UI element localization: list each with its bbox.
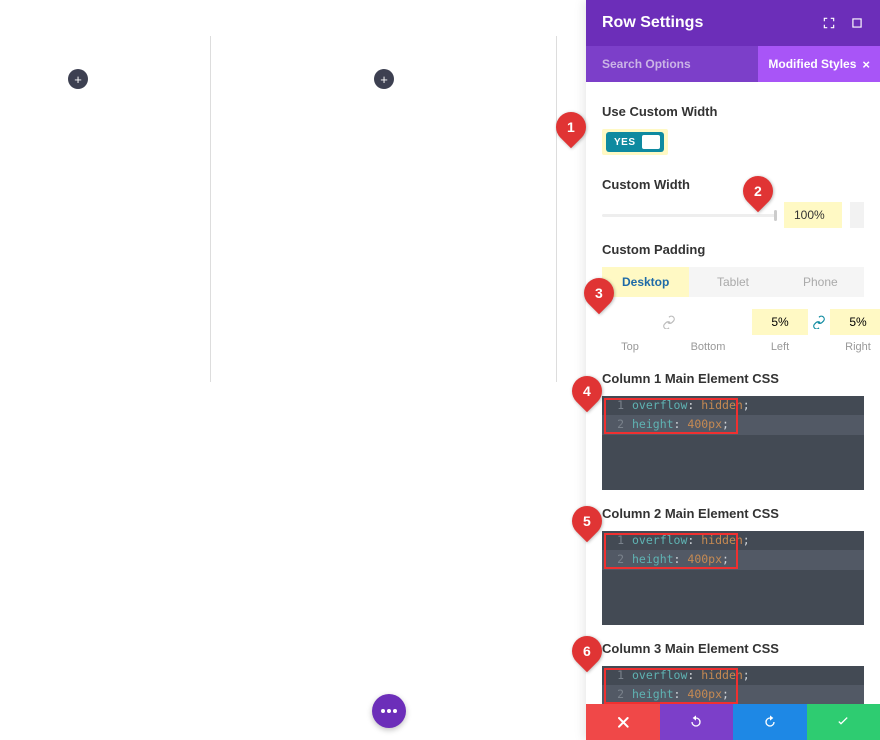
panel-header: Row Settings [586, 0, 880, 46]
add-module-button[interactable]: + [68, 69, 88, 89]
padding-bottom-input[interactable] [680, 309, 736, 335]
toggle-state: YES [614, 137, 636, 148]
panel-subheader: Search Options Modified Styles × [586, 46, 880, 82]
panel-title: Row Settings [602, 14, 703, 32]
close-icon[interactable]: × [862, 57, 870, 72]
padding-right-input[interactable] [830, 309, 880, 335]
use-custom-width-toggle[interactable]: YES [606, 132, 664, 152]
highlight: YES [602, 129, 668, 155]
redo-button[interactable] [733, 704, 807, 740]
padding-bottom-label: Bottom [691, 341, 726, 353]
field-label-custom-padding: Custom Padding [602, 242, 864, 257]
col1-css-editor[interactable]: 1overflow: hidden; 2height: 400px; [602, 396, 864, 490]
add-module-button[interactable]: + [374, 69, 394, 89]
link-icon[interactable] [812, 309, 826, 335]
builder-menu-fab[interactable] [372, 694, 406, 728]
device-tab-tablet[interactable]: Tablet [689, 267, 776, 297]
snap-icon[interactable] [822, 16, 836, 30]
padding-left-label: Left [771, 341, 789, 353]
settings-panel: Row Settings Search Options Modified Sty… [586, 0, 880, 740]
device-tab-desktop[interactable]: Desktop [602, 267, 689, 297]
builder-canvas: + + [0, 0, 580, 740]
filter-label: Modified Styles [768, 57, 856, 71]
col2-css-editor[interactable]: 1overflow: hidden; 2height: 400px; [602, 531, 864, 625]
padding-inputs: Top Bottom Left Right [602, 309, 864, 353]
device-tab-phone[interactable]: Phone [777, 267, 864, 297]
panel-body: Use Custom Width YES Custom Width 100% C… [586, 82, 880, 704]
padding-right-label: Right [845, 341, 871, 353]
modified-styles-filter[interactable]: Modified Styles × [758, 46, 880, 82]
field-label-col1-css: Column 1 Main Element CSS [602, 371, 864, 386]
link-icon[interactable] [662, 309, 676, 335]
column-divider [556, 36, 557, 382]
custom-width-stepper[interactable] [850, 202, 864, 228]
toggle-knob [642, 135, 660, 149]
custom-width-value[interactable]: 100% [784, 202, 842, 228]
custom-width-slider[interactable] [602, 214, 776, 217]
search-options-input[interactable]: Search Options [586, 57, 758, 71]
expand-icon[interactable] [850, 16, 864, 30]
padding-left-input[interactable] [752, 309, 808, 335]
padding-top-input[interactable] [602, 309, 658, 335]
field-label-use-custom-width: Use Custom Width [602, 104, 864, 119]
padding-top-label: Top [621, 341, 639, 353]
column-divider [210, 36, 211, 382]
device-tabs: Desktop Tablet Phone [602, 267, 864, 297]
save-button[interactable] [807, 704, 880, 740]
field-label-custom-width: Custom Width [602, 177, 864, 192]
panel-footer [586, 704, 880, 740]
col3-css-editor[interactable]: 1overflow: hidden; 2height: 400px; [602, 666, 864, 704]
field-label-col2-css: Column 2 Main Element CSS [602, 506, 864, 521]
undo-button[interactable] [660, 704, 734, 740]
cancel-button[interactable] [586, 704, 660, 740]
field-label-col3-css: Column 3 Main Element CSS [602, 641, 864, 656]
